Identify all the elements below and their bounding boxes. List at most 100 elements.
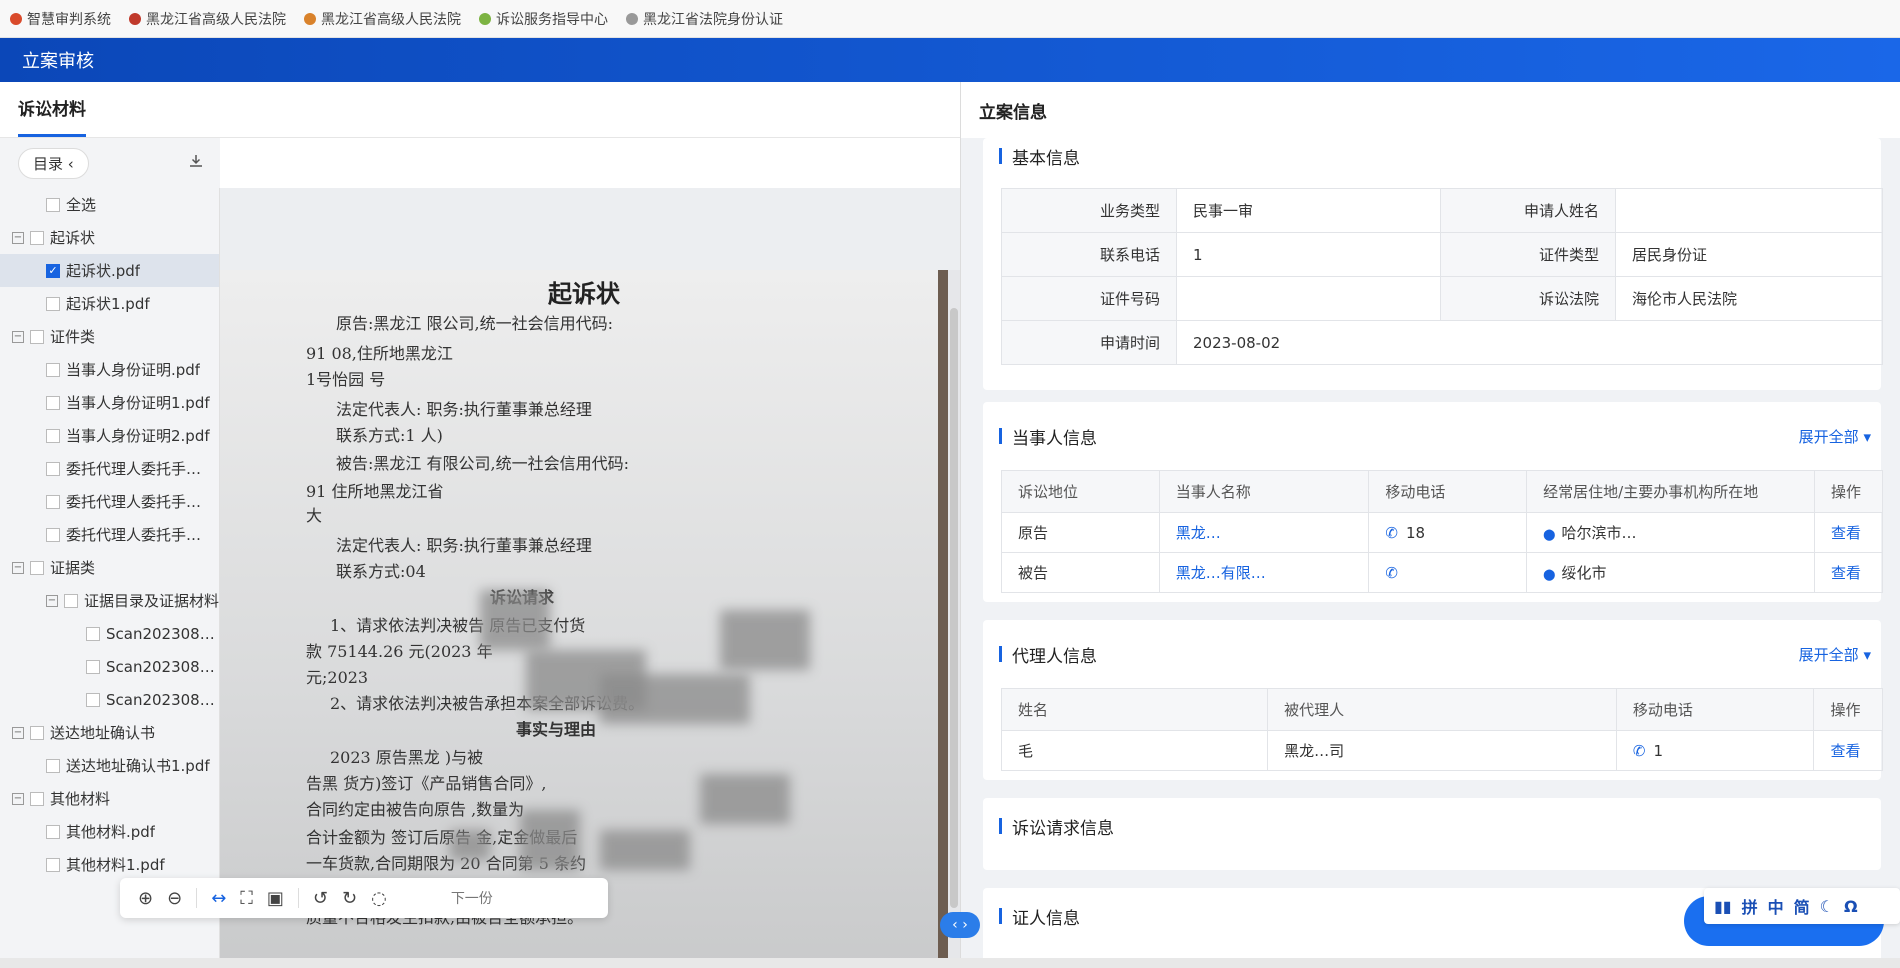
chevron-left-icon: ‹: [67, 154, 74, 173]
catalog-toggle-button[interactable]: 目录 ‹: [18, 147, 89, 179]
rotate-left-icon[interactable]: ↺: [313, 888, 328, 909]
ime-button[interactable]: 中: [1768, 894, 1784, 918]
checkbox[interactable]: [86, 692, 100, 707]
tree-item[interactable]: Scan2023080…: [0, 683, 219, 716]
bookmark-label: 黑龙江省高级人民法院: [146, 11, 286, 28]
view-button[interactable]: 查看: [1814, 552, 1883, 593]
collapse-toggle-icon[interactable]: −: [12, 231, 24, 244]
checkbox[interactable]: [30, 560, 44, 575]
tree-item-label: 全选: [66, 196, 97, 214]
collapse-toggle-icon[interactable]: −: [12, 330, 24, 343]
column-header: 操作: [1813, 688, 1883, 731]
checkbox[interactable]: [46, 461, 60, 476]
tree-item[interactable]: 委托代理人委托手…: [0, 485, 219, 518]
tree-item[interactable]: Scan2023080…: [0, 650, 219, 683]
table-row: 原告 黑龙… ✆ 18 ⬤ 哈尔滨市… 查看: [1001, 512, 1883, 553]
tree-item[interactable]: 当事人身份证明1.pdf: [0, 386, 219, 419]
basic-info-row: 证件号码 诉讼法院 海伦市人民法院: [1001, 276, 1883, 321]
checkbox[interactable]: [46, 395, 60, 410]
fit-width-icon[interactable]: ↔: [211, 888, 226, 909]
checkbox[interactable]: [30, 329, 44, 344]
phone-icon[interactable]: ✆: [1633, 742, 1646, 760]
next-document-button[interactable]: 下一份: [451, 888, 493, 908]
collapse-toggle-icon[interactable]: −: [46, 594, 58, 607]
tree-item-label: 起诉状: [50, 229, 96, 247]
bookmark-item[interactable]: 黑龙江省高级人民法院: [129, 9, 286, 29]
ime-button[interactable]: 简: [1794, 894, 1810, 918]
agent-expand-all-button[interactable]: 展开全部 ▾: [1799, 644, 1871, 665]
checkbox[interactable]: [46, 758, 60, 773]
tree-item[interactable]: 其他材料1.pdf: [0, 848, 219, 881]
zoom-in-icon[interactable]: ⊕: [138, 888, 153, 909]
claims-info-card: 诉讼请求信息: [983, 798, 1881, 870]
bookmark-item[interactable]: 黑龙江省法院身份认证: [626, 9, 783, 29]
party-name-link[interactable]: 黑龙…: [1158, 512, 1370, 553]
tree-item[interactable]: 其他材料.pdf: [0, 815, 219, 848]
collapse-toggle-icon[interactable]: −: [12, 792, 24, 805]
bookmark-item[interactable]: 黑龙江省高级人民法院: [304, 9, 461, 29]
materials-tabs: 诉讼材料: [0, 82, 960, 138]
checkbox[interactable]: [30, 230, 44, 245]
view-button[interactable]: 查看: [1814, 512, 1883, 553]
tree-item[interactable]: Scan2023080…: [0, 617, 219, 650]
phone-icon[interactable]: ✆: [1385, 564, 1398, 582]
tree-item[interactable]: − 证件类: [0, 320, 219, 353]
column-header: 诉讼地位: [1001, 470, 1160, 513]
checkbox[interactable]: ✓: [46, 263, 60, 278]
bookmark-item[interactable]: 诉讼服务指导中心: [479, 9, 608, 29]
checkbox[interactable]: [46, 824, 60, 839]
tree-item[interactable]: ✓ 起诉状.pdf: [0, 254, 219, 287]
checkbox[interactable]: [46, 494, 60, 509]
view-button[interactable]: 查看: [1813, 730, 1883, 771]
tree-item[interactable]: 当事人身份证明.pdf: [0, 353, 219, 386]
tree-item[interactable]: − 其他材料: [0, 782, 219, 815]
voice-icon[interactable]: ▮▮: [1714, 897, 1732, 916]
tree-item[interactable]: − 证据类: [0, 551, 219, 584]
checkbox[interactable]: [30, 791, 44, 806]
phone-icon[interactable]: ✆: [1385, 524, 1398, 542]
checkbox[interactable]: [30, 725, 44, 740]
tree-item-label: 委托代理人委托手…: [66, 526, 202, 544]
moon-icon[interactable]: ☾: [1820, 897, 1834, 916]
checkbox[interactable]: [46, 362, 60, 377]
zoom-out-icon[interactable]: ⊖: [167, 888, 182, 909]
download-icon[interactable]: [188, 153, 204, 173]
party-expand-all-button[interactable]: 展开全部 ▾: [1799, 426, 1871, 447]
tree-item[interactable]: 当事人身份证明2.pdf: [0, 419, 219, 452]
tree-item[interactable]: 起诉状1.pdf: [0, 287, 219, 320]
bookmark-item[interactable]: 智慧审判系统: [10, 9, 111, 29]
checkbox[interactable]: [86, 626, 100, 641]
actual-size-icon[interactable]: ▣: [267, 888, 284, 909]
ime-toolbar[interactable]: ▮▮ 拼中简 ☾ Ω: [1704, 888, 1900, 924]
collapse-toggle-icon[interactable]: −: [12, 561, 24, 574]
tab-materials[interactable]: 诉讼材料: [18, 95, 86, 137]
tree-item[interactable]: − 证据目录及证据材料: [0, 584, 219, 617]
checkbox[interactable]: [46, 857, 60, 872]
viewer-top-area: [220, 188, 960, 270]
party-name-link[interactable]: 黑龙…有限…: [1158, 552, 1370, 593]
checkbox[interactable]: [46, 428, 60, 443]
tree-item[interactable]: 委托代理人委托手…: [0, 518, 219, 551]
field-label: 证件号码: [1001, 276, 1177, 321]
tree-item[interactable]: 全选: [0, 188, 219, 221]
omega-icon[interactable]: Ω: [1844, 897, 1858, 916]
tree-item[interactable]: − 送达地址确认书: [0, 716, 219, 749]
checkbox[interactable]: [64, 593, 78, 608]
ime-button[interactable]: 拼: [1742, 894, 1758, 918]
viewer-scrollbar[interactable]: [950, 308, 958, 908]
tree-item[interactable]: 送达地址确认书1.pdf: [0, 749, 219, 782]
panel-collapse-button[interactable]: ‹ ›: [940, 912, 980, 938]
checkbox[interactable]: [86, 659, 100, 674]
fit-page-icon[interactable]: ⛶: [240, 888, 253, 909]
column-header: 姓名: [1000, 688, 1269, 731]
reset-icon[interactable]: ◌: [371, 888, 387, 909]
tree-item-label: 起诉状.pdf: [66, 262, 141, 280]
tree-item[interactable]: 委托代理人委托手…: [0, 452, 219, 485]
checkbox[interactable]: [46, 296, 60, 311]
collapse-toggle-icon[interactable]: −: [12, 726, 24, 739]
rotate-right-icon[interactable]: ↻: [342, 888, 357, 909]
checkbox[interactable]: [46, 527, 60, 542]
tree-item[interactable]: − 起诉状: [0, 221, 219, 254]
app-header: 立案审核: [0, 38, 1900, 82]
checkbox[interactable]: [46, 197, 60, 212]
